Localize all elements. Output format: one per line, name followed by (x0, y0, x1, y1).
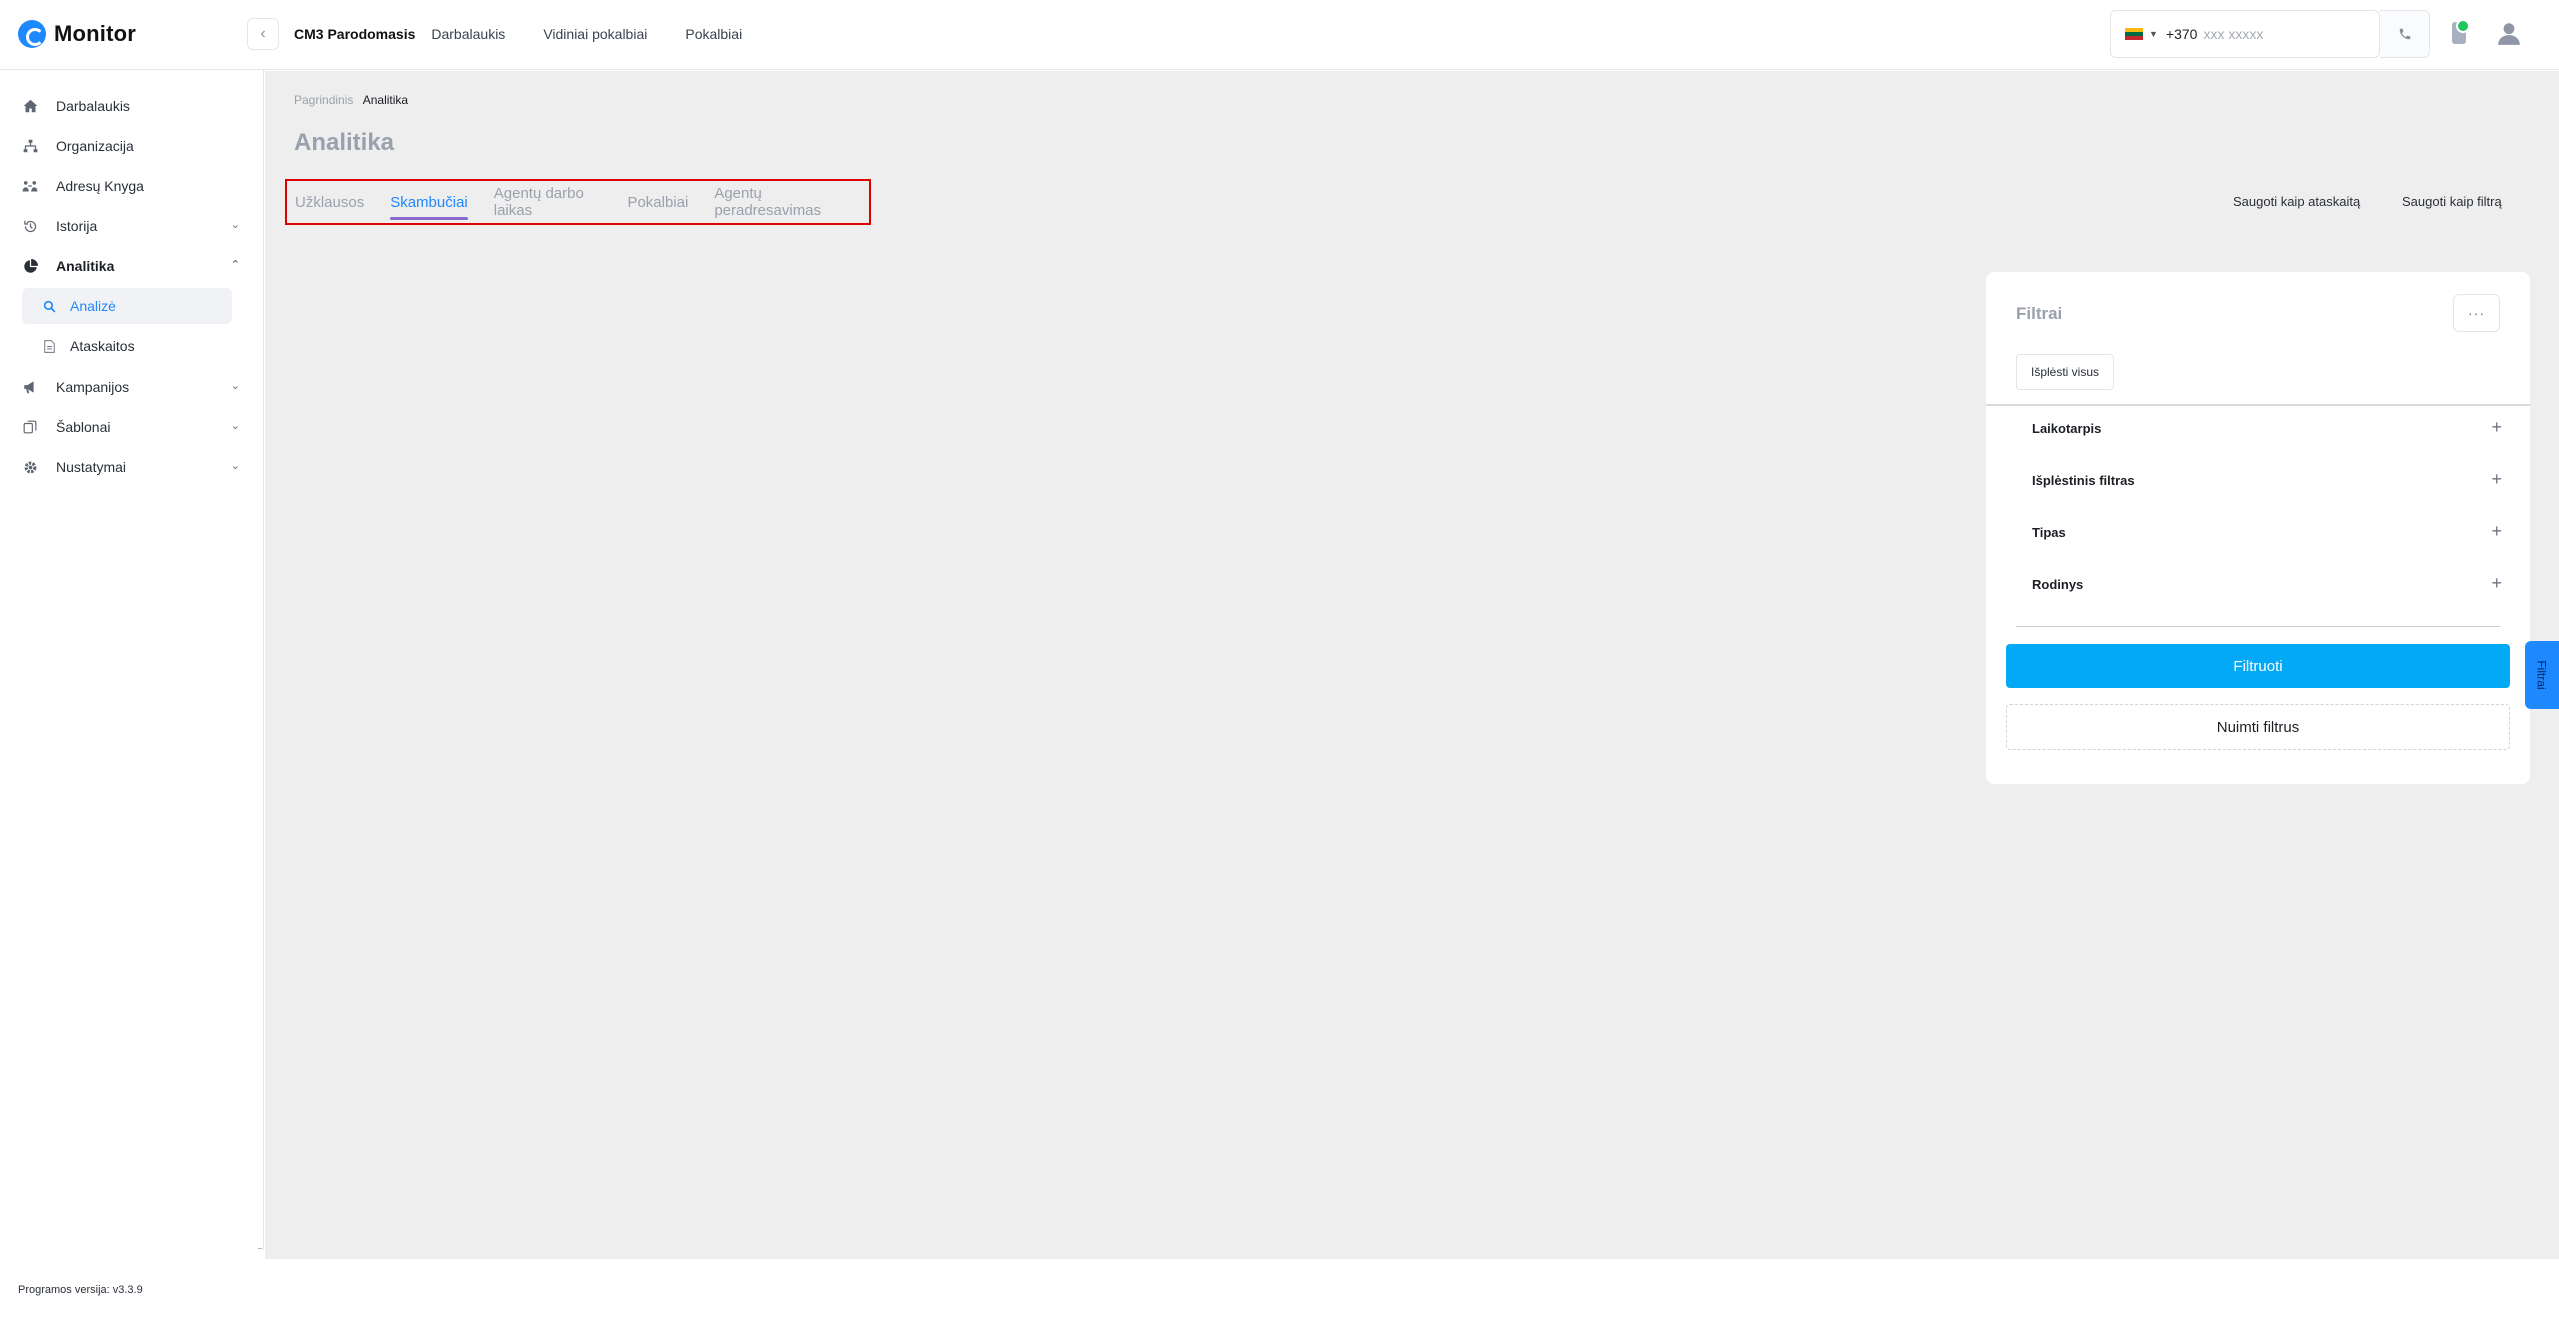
phone-prefix: +370 (2165, 26, 2198, 42)
save-as-filter-button[interactable]: Saugoti kaip filtrą (2402, 194, 2502, 209)
breadcrumb: Pagrindinis Analitika (294, 93, 408, 107)
chevron-left-icon: ‹ (260, 25, 266, 42)
logo[interactable]: Monitor (18, 20, 136, 48)
search-icon (42, 300, 56, 313)
sidebar-item-address-book[interactable]: Adresų Knyga (22, 167, 244, 205)
chevron-down-icon: ⌄ (230, 420, 240, 432)
sidebar-item-label: Organizacija (56, 138, 134, 154)
plus-icon[interactable]: + (2491, 469, 2502, 490)
sidebar-item-dashboard[interactable]: Darbalaukis (22, 87, 244, 125)
caret-down-icon[interactable]: ▼ (2149, 29, 2158, 39)
app-version: Programos versija: v3.3.9 (18, 1284, 143, 1296)
collapse-sidebar-button[interactable]: ‹ (247, 18, 279, 50)
plus-icon[interactable]: + (2491, 521, 2502, 542)
chevron-down-icon: ⌄ (230, 380, 240, 392)
megaphone-icon (22, 379, 38, 395)
filter-section-label: Rodinys (2032, 576, 2084, 592)
tab-agent-transfers[interactable]: Agentų peradresavimas (714, 180, 843, 224)
sidebar-item-settings[interactable]: Nustatymai ⌄ (22, 448, 244, 486)
tab-chats[interactable]: Pokalbiai (627, 180, 688, 224)
phone-dialer: ▼ +370 (2110, 10, 2380, 58)
main-content: Pagrindinis Analitika Analitika Užklauso… (265, 71, 2559, 1259)
document-icon (42, 339, 56, 353)
expand-all-button[interactable]: Išplėsti visus (2016, 354, 2115, 390)
apply-filter-button[interactable]: Filtruoti (2006, 644, 2510, 688)
call-button[interactable] (2380, 10, 2430, 58)
org-chart-icon (22, 138, 38, 154)
ellipsis-icon: ··· (2468, 305, 2485, 321)
sidebar-subitem-reports[interactable]: Ataskaitos (22, 328, 232, 364)
sidebar-item-label: Adresų Knyga (56, 178, 144, 194)
top-header: Monitor ‹ CM3 Parodomasis Darbalaukis Vi… (0, 0, 2559, 70)
phone-number-input[interactable] (2203, 26, 2354, 42)
gear-icon (22, 459, 38, 475)
filters-side-tab[interactable]: Filtrai (2525, 641, 2559, 709)
sidebar-item-history[interactable]: Istorija ⌄ (22, 207, 244, 245)
plus-icon[interactable]: + (2491, 573, 2502, 594)
filter-section-label: Išplėstinis filtras (2032, 472, 2135, 488)
home-icon (22, 98, 38, 114)
tab-queries[interactable]: Užklausos (295, 180, 364, 224)
softphone-status-icon[interactable] (2452, 19, 2470, 44)
sidebar-item-campaigns[interactable]: Kampanijos ⌄ (22, 368, 244, 406)
chevron-up-icon: ⌃ (230, 259, 240, 271)
sidebar-item-label: Nustatymai (56, 459, 127, 475)
logo-icon (18, 20, 46, 48)
analytics-tabs: Užklausos Skambučiai Agentų darbo laikas… (285, 179, 871, 225)
chevron-down-icon: ⌄ (230, 460, 240, 472)
filter-section-period[interactable]: Laikotarpis + (2032, 413, 2502, 443)
more-options-button[interactable]: ··· (2453, 294, 2500, 332)
sidebar-subitem-analysis[interactable]: Analizė (22, 288, 232, 324)
filter-section-view[interactable]: Rodinys + (2032, 569, 2502, 599)
divider (1986, 404, 2530, 406)
sidebar-item-analytics[interactable]: Analitika ⌃ (22, 247, 244, 285)
organization-name: CM3 Parodomasis (294, 26, 416, 42)
sidebar-item-label: Kampanijos (56, 379, 130, 395)
filter-section-type[interactable]: Tipas + (2032, 517, 2502, 547)
chevron-down-icon: ⌄ (230, 219, 240, 231)
tab-calls[interactable]: Skambučiai (390, 180, 468, 224)
top-nav-link-chats[interactable]: Pokalbiai (685, 26, 742, 42)
sidebar: Darbalaukis Organizacija Adresų Knyga Is… (0, 70, 264, 1250)
breadcrumb-root[interactable]: Pagrindinis (294, 93, 353, 107)
phone-icon (2399, 28, 2410, 40)
tab-agent-work-time[interactable]: Agentų darbo laikas (494, 180, 602, 224)
sidebar-subitem-label: Analizė (70, 298, 116, 314)
history-icon (22, 218, 38, 234)
page-title: Analitika (294, 129, 395, 156)
logo-text: Monitor (54, 21, 137, 46)
sidebar-item-organization[interactable]: Organizacija (22, 127, 244, 165)
top-nav-link-internal-chats[interactable]: Vidiniai pokalbiai (543, 26, 647, 42)
address-book-icon (22, 178, 38, 194)
sidebar-item-label: Darbalaukis (56, 98, 130, 114)
breadcrumb-current: Analitika (362, 93, 409, 107)
filters-side-tab-label: Filtrai (2535, 660, 2549, 690)
sidebar-item-label: Analitika (56, 258, 115, 274)
lithuania-flag-icon[interactable] (2125, 28, 2143, 40)
sidebar-item-label: Istorija (56, 218, 98, 234)
filter-section-advanced[interactable]: Išplėstinis filtras + (2032, 465, 2502, 495)
sidebar-subitem-label: Ataskaitos (70, 338, 135, 354)
filter-panel-title: Filtrai (2016, 304, 2063, 323)
plus-icon[interactable]: + (2491, 417, 2502, 438)
templates-icon (22, 419, 38, 435)
filter-panel: Filtrai ··· Išplėsti visus Laikotarpis +… (1986, 272, 2530, 784)
clear-filters-button[interactable]: Nuimti filtrus (2006, 704, 2510, 750)
filter-section-label: Laikotarpis (2032, 420, 2102, 436)
pie-chart-icon (22, 258, 38, 274)
filter-section-label: Tipas (2032, 524, 2066, 540)
top-nav: CM3 Parodomasis Darbalaukis Vidiniai pok… (294, 26, 780, 42)
sidebar-item-templates[interactable]: Šablonai ⌄ (22, 408, 244, 446)
divider (2016, 626, 2500, 627)
top-nav-link-dashboard[interactable]: Darbalaukis (431, 26, 505, 42)
user-icon[interactable] (2496, 20, 2522, 46)
sidebar-resize-handle[interactable] (258, 1248, 262, 1249)
sidebar-item-label: Šablonai (56, 419, 111, 435)
save-as-report-button[interactable]: Saugoti kaip ataskaitą (2233, 194, 2360, 209)
